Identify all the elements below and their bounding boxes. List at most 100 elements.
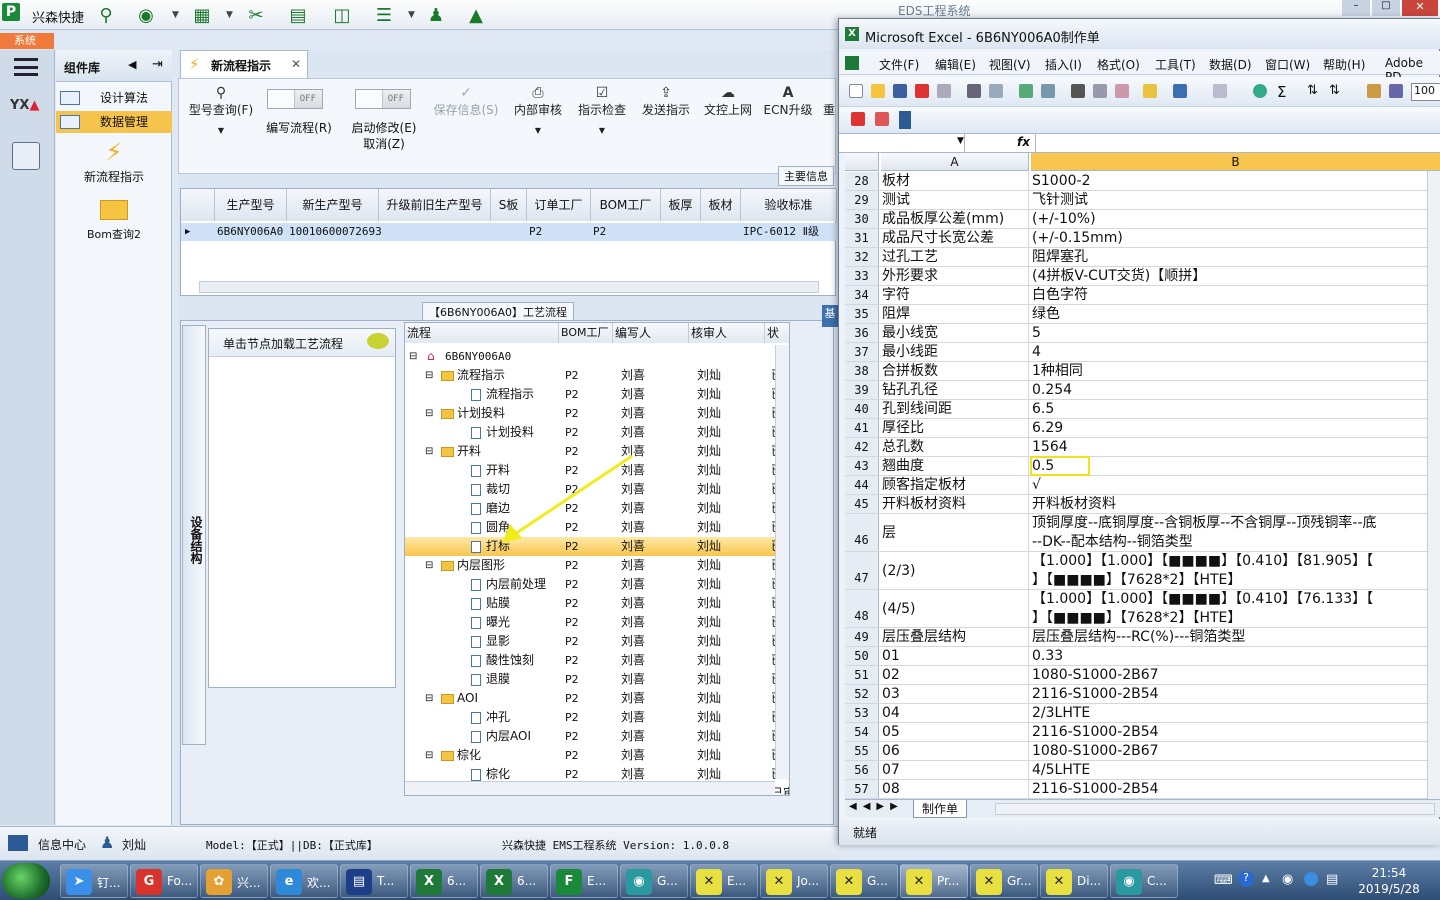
- cell-b[interactable]: 1种相同: [1031, 362, 1440, 380]
- row-number[interactable]: 31: [845, 229, 879, 247]
- toolbar-options-icon[interactable]: [899, 111, 911, 129]
- cell-a[interactable]: 05: [881, 723, 1029, 741]
- tree-row[interactable]: ⊟内层图形P2刘喜刘灿已审: [405, 556, 789, 575]
- row-number[interactable]: 29: [845, 191, 879, 209]
- taskbar-button[interactable]: X 6...: [480, 864, 548, 898]
- research-icon[interactable]: [1041, 84, 1055, 98]
- row-number[interactable]: 43: [845, 457, 879, 475]
- tree-header[interactable]: 核审人: [689, 323, 765, 343]
- scissors-icon[interactable]: ✂: [244, 4, 268, 26]
- undo-icon[interactable]: [1173, 84, 1187, 98]
- cell-a[interactable]: 最小线宽: [881, 324, 1029, 342]
- cell-a[interactable]: 层: [881, 514, 1029, 551]
- table-row[interactable]: ▶ 6B6NY006A0 10010600072693 P2 P2 IPC-60…: [181, 223, 837, 241]
- grid-icon[interactable]: ▦: [190, 4, 214, 26]
- row-number[interactable]: 52: [845, 685, 879, 703]
- start-modify-toggle[interactable]: OFF: [355, 89, 411, 109]
- grid-header[interactable]: 生产型号: [215, 189, 287, 221]
- menu-help[interactable]: 帮助(H): [1323, 56, 1365, 73]
- cell-b[interactable]: 飞针测试: [1031, 191, 1440, 209]
- cell-b[interactable]: 5: [1031, 324, 1440, 342]
- open-icon[interactable]: [871, 84, 885, 98]
- tree-row[interactable]: 冲孔P2刘喜刘灿已审: [405, 708, 789, 727]
- sheet-row[interactable]: 46 层顶铜厚度--底铜厚度--含铜板厚--不含铜厚--顶残铜率--底 --DK-…: [845, 514, 1440, 552]
- sort-ascending-icon[interactable]: ⇅: [1307, 83, 1318, 98]
- taskbar-button[interactable]: ✕ Jo...: [760, 864, 828, 898]
- tree-header[interactable]: BOM工厂: [559, 323, 613, 343]
- row-number[interactable]: 50: [845, 647, 879, 665]
- tree-row[interactable]: ⊟棕化P2刘喜刘灿已审: [405, 746, 789, 765]
- close-button[interactable]: ✕: [1402, 0, 1438, 16]
- grid-header[interactable]: 新生产型号: [287, 189, 379, 221]
- paste-icon[interactable]: [1115, 84, 1129, 98]
- cell-b[interactable]: 顶铜厚度--底铜厚度--含铜板厚--不含铜厚--顶残铜率--底 --DK--配本…: [1031, 514, 1440, 551]
- tree-row[interactable]: 内层前处理P2刘喜刘灿已审: [405, 575, 789, 594]
- cell-b[interactable]: 2116-S1000-2B54: [1031, 723, 1440, 741]
- taskbar-button[interactable]: ➤ 钉...: [60, 864, 128, 898]
- formula-input[interactable]: [1035, 134, 1440, 152]
- sheet-row[interactable]: 49 层压叠层结构 层压叠层结构---RC(%)---铜箔类型: [845, 628, 1440, 647]
- tree-header[interactable]: 编写人: [613, 323, 689, 343]
- cell-b[interactable]: 绿色: [1031, 305, 1440, 323]
- row-number[interactable]: 28: [845, 172, 879, 190]
- overflow-button[interactable]: 重: [819, 85, 839, 118]
- menu-data[interactable]: 数据(D): [1209, 56, 1252, 73]
- sheet-tab[interactable]: 制作单: [913, 800, 968, 818]
- sheet-row[interactable]: 34 字符 白色字符: [845, 286, 1440, 305]
- pdf-mail-icon[interactable]: [875, 112, 889, 126]
- chevron-down-icon[interactable]: ▼: [503, 126, 573, 135]
- cell-a[interactable]: 01: [881, 647, 1029, 665]
- upload-doc-button[interactable]: ☁ 文控上网: [693, 85, 763, 118]
- sheet-row[interactable]: 35 阻焊 绿色: [845, 305, 1440, 324]
- cell-a[interactable]: 层压叠层结构: [881, 628, 1029, 646]
- menu-tools[interactable]: 工具(T): [1155, 56, 1196, 73]
- row-number[interactable]: 32: [845, 248, 879, 266]
- cell-b[interactable]: 2116-S1000-2B54: [1031, 780, 1440, 798]
- info-center-link[interactable]: 信息中心: [38, 836, 86, 853]
- cell-b[interactable]: S1000-2: [1031, 172, 1440, 190]
- sheet-row[interactable]: 50 01 0.33: [845, 647, 1440, 666]
- cell-b[interactable]: 开料板材资料: [1031, 495, 1440, 513]
- column-header-b[interactable]: B: [1031, 153, 1440, 171]
- calculator-icon[interactable]: [12, 142, 40, 170]
- cell-b[interactable]: 【1.000】【1.000】【■■■■】【0.410】【76.133】【 】【■…: [1031, 590, 1440, 627]
- row-number[interactable]: 46: [845, 514, 879, 551]
- sheet-h-scrollbar[interactable]: [995, 803, 1435, 815]
- spelling-icon[interactable]: [1019, 84, 1033, 98]
- column-header-a[interactable]: A: [881, 153, 1029, 171]
- cell-a[interactable]: 阻焊: [881, 305, 1029, 323]
- edit-flow-toggle[interactable]: OFF: [267, 89, 323, 109]
- grid-header[interactable]: S板: [491, 189, 527, 221]
- menu-view[interactable]: 视图(V): [989, 56, 1031, 73]
- cell-b[interactable]: 6.29: [1031, 419, 1440, 437]
- sheet-row[interactable]: 45 开料板材资料 开料板材资料: [845, 495, 1440, 514]
- cell-b[interactable]: 4/5LHTE: [1031, 761, 1440, 779]
- chevron-down-icon[interactable]: ▼: [183, 126, 259, 135]
- tree-row[interactable]: 计划投料P2刘喜刘灿已审: [405, 423, 789, 442]
- cell-a[interactable]: 总孔数: [881, 438, 1029, 456]
- cell-a[interactable]: 测试: [881, 191, 1029, 209]
- tab-equipment-structure[interactable]: 设备结构: [182, 325, 206, 745]
- pdf-icon[interactable]: [915, 84, 929, 98]
- zoom-box[interactable]: 100: [1411, 83, 1440, 101]
- cell-a[interactable]: 04: [881, 704, 1029, 722]
- cell-a[interactable]: 02: [881, 666, 1029, 684]
- row-number[interactable]: 55: [845, 742, 879, 760]
- sheet-row[interactable]: 42 总孔数 1564: [845, 438, 1440, 457]
- sheet-row[interactable]: 48 (4/5) 【1.000】【1.000】【■■■■】【0.410】【76.13…: [845, 590, 1440, 628]
- tree-row[interactable]: 显影P2刘喜刘灿已审: [405, 632, 789, 651]
- maximize-button[interactable]: □: [1372, 0, 1400, 16]
- cell-b[interactable]: 1080-S1000-2B67: [1031, 742, 1440, 760]
- clock[interactable]: 21:54 2019/5/28: [1354, 865, 1424, 897]
- grid-h-scrollbar[interactable]: [199, 281, 819, 293]
- sheet-row[interactable]: 37 最小线距 4: [845, 343, 1440, 362]
- cell-b[interactable]: 白色字符: [1031, 286, 1440, 304]
- row-number[interactable]: 34: [845, 286, 879, 304]
- sheet-row[interactable]: 39 钻孔孔径 0.254: [845, 381, 1440, 400]
- bom-query-tool[interactable]: Bom查询2: [56, 196, 172, 244]
- grid-header[interactable]: 验收标准: [741, 189, 837, 221]
- tree-row[interactable]: 退膜P2刘喜刘灿已审: [405, 670, 789, 689]
- tree-row[interactable]: 酸性蚀刻P2刘喜刘灿已审: [405, 651, 789, 670]
- cell-b[interactable]: 2/3LHTE: [1031, 704, 1440, 722]
- row-number[interactable]: 47: [845, 552, 879, 589]
